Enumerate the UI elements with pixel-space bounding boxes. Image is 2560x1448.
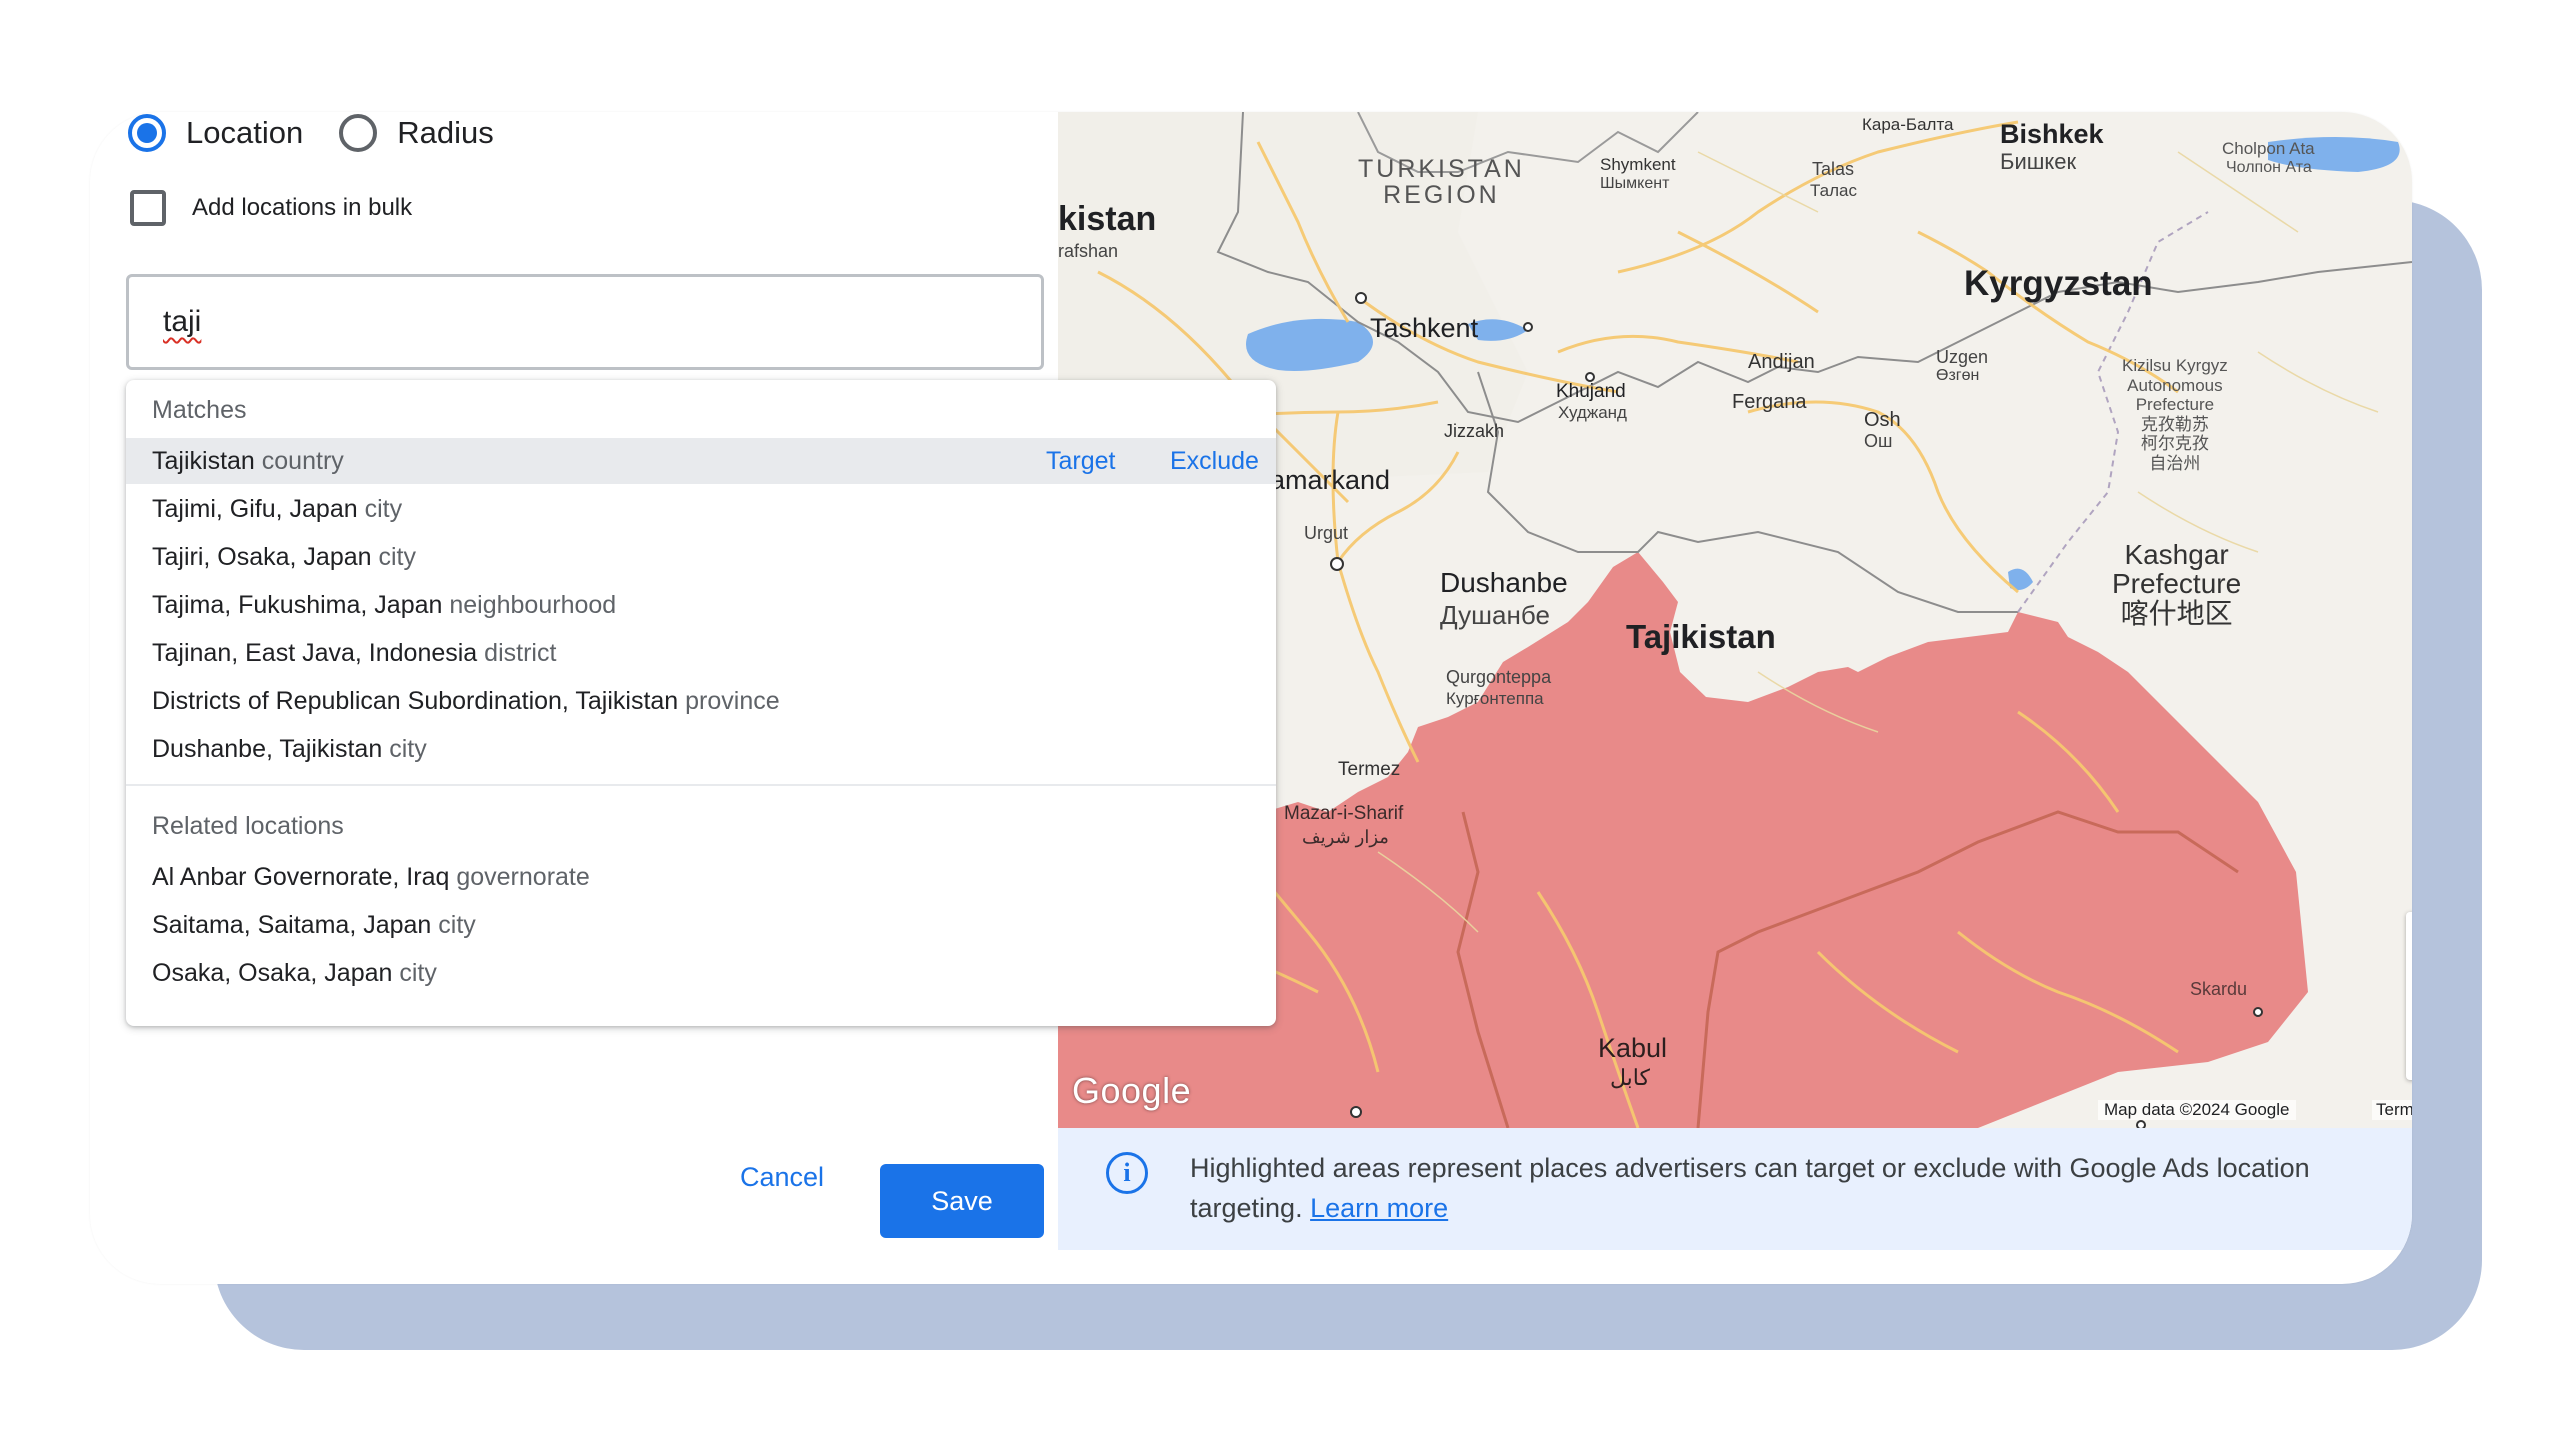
- suggestion-item[interactable]: Districts of Republican Subordination, T…: [126, 678, 1276, 724]
- map-label-fergana: Fergana: [1732, 391, 1807, 413]
- location-search-input[interactable]: taji: [126, 274, 1044, 370]
- map-label-turkistan-region: TURKISTAN REGION: [1358, 155, 1525, 210]
- map-label-talas: Talas: [1812, 159, 1855, 179]
- map-label-kashgar: Kashgar Prefecture 喀什地区: [2112, 539, 2242, 629]
- map-label-skardu: Skardu: [2190, 979, 2248, 999]
- related-item[interactable]: Osaka, Osaka, Japan city: [126, 950, 1276, 996]
- location-radio-label[interactable]: Location: [186, 115, 303, 151]
- map-label-cholpon-ata: Cholpon Ata: [2222, 139, 2315, 158]
- map-label-osh: Osh: [1864, 409, 1901, 431]
- suggestion-item[interactable]: Dushanbe, Tajikistan city: [126, 726, 1276, 772]
- location-mode-group: Location Radius: [128, 114, 530, 152]
- related-type: city: [399, 959, 437, 987]
- suggestion-type: country: [261, 447, 344, 475]
- suggestion-type: city: [378, 543, 417, 571]
- map-terms-link[interactable]: Terms: [2372, 1100, 2412, 1120]
- related-name: Saitama, Saitama, Japan: [152, 911, 432, 939]
- suggestion-type: city: [364, 495, 403, 523]
- related-item[interactable]: Saitama, Saitama, Japan city: [126, 902, 1276, 948]
- suggestion-item[interactable]: Tajinan, East Java, Indonesia district: [126, 630, 1276, 676]
- map-label-tashkent: Tashkent: [1370, 313, 1479, 343]
- map-label-dushanbe-cyr: Душанбе: [1440, 600, 1550, 630]
- related-type: city: [438, 911, 476, 939]
- suggestion-name: Districts of Republican Subordination, T…: [152, 687, 679, 715]
- map-label-tajikistan: Tajikistan: [1626, 618, 1776, 655]
- suggestion-item[interactable]: Tajikistan country Target Exclude: [126, 438, 1276, 484]
- location-suggestions-dropdown: Matches Tajikistan country Target Exclud…: [126, 380, 1276, 1026]
- suggestion-name: Tajima, Fukushima, Japan: [152, 591, 443, 619]
- suggestion-name: Tajimi, Gifu, Japan: [152, 495, 358, 523]
- map-label-cholpon-ata-cyr: Чолпон Ата: [2226, 159, 2312, 176]
- map-label-dushanbe: Dushanbe: [1440, 567, 1568, 598]
- suggestion-name: Tajiri, Osaka, Japan: [152, 543, 372, 571]
- map-label-kistan: kistan: [1058, 200, 1157, 238]
- map-label-uzgen: Uzgen: [1936, 347, 1989, 367]
- info-icon: i: [1106, 1152, 1148, 1194]
- suggestion-name: Tajinan, East Java, Indonesia: [152, 639, 478, 667]
- map-label-mazar-ar: مزار شریف: [1302, 827, 1389, 847]
- map-label-andijan: Andijan: [1748, 351, 1815, 373]
- map-label-kyrgyzstan: Kyrgyzstan: [1964, 264, 2153, 303]
- exclude-button[interactable]: Exclude: [1170, 438, 1259, 484]
- google-logo: Google: [1072, 1070, 1192, 1111]
- map-label-samarkand: amarkand: [1270, 465, 1391, 495]
- info-text: Highlighted areas represent places adver…: [1190, 1148, 2390, 1228]
- suggestion-item[interactable]: Tajiri, Osaka, Japan city: [126, 534, 1276, 580]
- map-label-khujand-cyr: Худжанд: [1558, 403, 1627, 422]
- map-label-kabul-ar: کابل: [1610, 1065, 1650, 1090]
- related-name: Al Anbar Governorate, Iraq: [152, 863, 450, 891]
- radius-radio[interactable]: [339, 114, 378, 152]
- map-label-bishkek-cyr: Бишкек: [2000, 149, 2077, 174]
- map-label-kabul: Kabul: [1598, 1033, 1668, 1063]
- matches-header: Matches: [152, 396, 247, 424]
- suggestion-type: province: [685, 687, 780, 715]
- map-label-khujand: Khujand: [1556, 381, 1626, 402]
- map-label-qurgonteppa-cyr: Курғонтеппа: [1446, 689, 1544, 708]
- map-label-shymkent: Shymkent: [1600, 155, 1676, 174]
- map-label-uzgen-cyr: Өзгөн: [1936, 367, 1980, 384]
- suggestion-item[interactable]: Tajimi, Gifu, Japan city: [126, 486, 1276, 532]
- save-button[interactable]: Save: [880, 1164, 1044, 1238]
- zoom-in-button[interactable]: +: [2406, 912, 2412, 996]
- dropdown-divider: [126, 784, 1276, 786]
- info-banner: i Highlighted areas represent places adv…: [1058, 1128, 2412, 1250]
- map-label-jizzakh: Jizzakh: [1444, 421, 1505, 441]
- suggestion-type: district: [484, 639, 557, 667]
- map-label-talas-cyr: Талас: [1810, 181, 1857, 200]
- map-label-urgut: Urgut: [1304, 523, 1349, 543]
- map-attribution: Map data ©2024 Google: [2098, 1100, 2296, 1120]
- map-label-kizilsu: Kizilsu Kyrgyz Autonomous Prefecture 克孜勒…: [2122, 356, 2228, 473]
- related-item[interactable]: Al Anbar Governorate, Iraq governorate: [126, 854, 1276, 900]
- related-locations-header: Related locations: [152, 812, 344, 840]
- map-label-termez: Termez: [1338, 759, 1401, 780]
- map-label-kara-balta: Кара-Балта: [1862, 115, 1954, 134]
- bulk-locations-checkbox[interactable]: [130, 190, 166, 226]
- bulk-locations-label[interactable]: Add locations in bulk: [192, 194, 412, 222]
- map-label-bishkek: Bishkek: [2000, 119, 2104, 149]
- related-name: Osaka, Osaka, Japan: [152, 959, 393, 987]
- suggestion-item[interactable]: Tajima, Fukushima, Japan neighbourhood: [126, 582, 1276, 628]
- learn-more-link[interactable]: Learn more: [1310, 1193, 1448, 1223]
- suggestion-type: neighbourhood: [449, 591, 617, 619]
- map-label-qurgonteppa: Qurgonteppa: [1446, 667, 1552, 687]
- location-dialog: Location Radius Add locations in bulk ta…: [90, 112, 2412, 1284]
- suggestion-type: city: [389, 735, 427, 763]
- map-label-mazar: Mazar-i-Sharif: [1284, 803, 1404, 824]
- screenshot-stage: Location Radius Add locations in bulk ta…: [0, 0, 2560, 1448]
- map-label-rafshan: rafshan: [1058, 241, 1119, 261]
- bulk-locations-row: Add locations in bulk: [130, 190, 412, 226]
- zoom-out-button[interactable]: −: [2406, 996, 2412, 1080]
- cancel-button[interactable]: Cancel: [740, 1162, 824, 1193]
- target-button[interactable]: Target: [1046, 438, 1115, 484]
- map-zoom-control: + −: [2406, 912, 2412, 1080]
- related-type: governorate: [456, 863, 590, 891]
- suggestion-name: Dushanbe, Tajikistan: [152, 735, 383, 763]
- map-label-osh-cyr: Ош: [1864, 431, 1893, 451]
- suggestion-name: Tajikistan: [152, 447, 255, 475]
- radius-radio-label[interactable]: Radius: [397, 115, 494, 151]
- map-label-shymkent-cyr: Шымкент: [1600, 175, 1670, 192]
- location-radio[interactable]: [128, 114, 166, 152]
